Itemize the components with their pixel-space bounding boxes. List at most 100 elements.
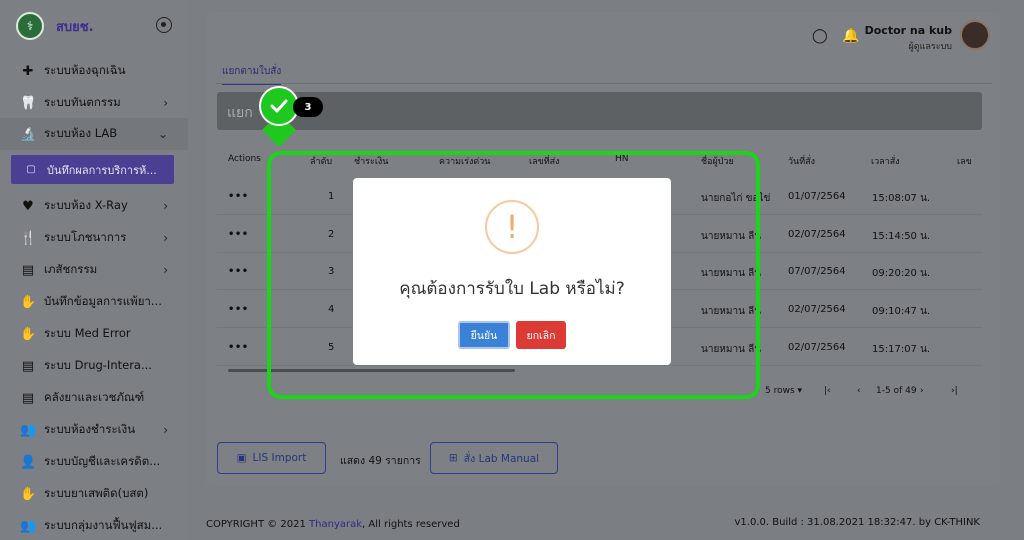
user-name: Doctor na kub [864, 24, 952, 37]
logo: ⚕ [16, 12, 44, 40]
sidebar-item-label: ระบบห้องชำระเงิน [44, 422, 136, 436]
sidebar-subitem-label: บันทึกผลการบริการห้... [47, 163, 157, 177]
order-time: 15:17:07 น. [872, 344, 931, 355]
warning-icon: ! [485, 200, 539, 254]
cancel-button[interactable]: ยกเลิก [516, 321, 566, 349]
last-page-icon[interactable]: ›| [951, 386, 958, 396]
plus-icon: ✚ [22, 63, 34, 79]
sidebar-item-label: ระบบ Drug-Intera... [44, 358, 152, 372]
sidebar-item-label: บันทึกข้อมูลการแพ้ยา... [44, 294, 162, 308]
confirm-button[interactable]: ยืนยัน [458, 321, 510, 349]
sidebar-item[interactable]: 👤 ระบบบัญชีและเครดิต... [0, 446, 188, 478]
avatar[interactable] [960, 20, 990, 50]
row-actions-button[interactable]: ••• [228, 191, 249, 202]
sidebar-item-label: ระบบยาเสพติด(บสต) [44, 486, 149, 500]
step-badge: 3 [293, 97, 323, 117]
rows-per-page-select[interactable]: 5 rows ▾ [765, 386, 802, 396]
column-header[interactable]: เลข [957, 154, 972, 168]
sidebar-item[interactable]: ✚ ระบบห้องฉุกเฉิน [0, 55, 188, 87]
sidebar-item-label: ระบบห้องฉุกเฉิน [44, 63, 126, 77]
sidebar-item[interactable]: ♥ ระบบห้อง X-Ray › [0, 190, 188, 222]
chat-icon[interactable]: ◯ [812, 28, 828, 44]
user-role: ผู้ดูแลระบบ [908, 42, 952, 52]
row-actions-button[interactable]: ••• [228, 342, 249, 353]
column-header[interactable]: เวลาสั่ง [871, 154, 900, 168]
sidebar-item-label: ระบบห้อง LAB [44, 126, 118, 140]
sidebar-item-label: ระบบโภชนาการ [44, 230, 127, 244]
sidebar-item[interactable]: 🍴 ระบบโภชนาการ › [0, 222, 188, 254]
document-icon: ▤ [21, 390, 35, 406]
lis-import-button[interactable]: ▣ LIS Import [217, 442, 326, 474]
sidebar-subitem-lab-result[interactable]: ▢ บันทึกผลการบริการห้... [11, 155, 174, 184]
sidebar-item-label: ระบบห้อง X-Ray [44, 198, 128, 212]
sidebar-item-label: คลังยาและเวชภัณฑ์ [44, 390, 145, 404]
sidebar-item[interactable]: 🦷 ระบบทันตกรรม › [0, 87, 188, 119]
order-date: 02/07/2564 [788, 342, 846, 353]
footer-version: v1.0.0. Build : 31.08.2021 18:32:47. by … [734, 517, 981, 528]
chevron-down-icon: ⌄ [157, 127, 168, 141]
sidebar: ⚕ สบยช. ✚ ระบบห้องฉุกเฉิน 🦷 ระบบทันตกรรม › 🔬 ร… [0, 0, 188, 540]
sidebar-item-label: ระบบกลุ่มงานฟื้นฟูสม... [44, 518, 163, 532]
sidebar-item-label: ระบบ Med Error [44, 326, 131, 340]
row-actions-button[interactable]: ••• [228, 266, 249, 277]
nutrition-icon: 🍴 [20, 230, 37, 246]
brand-name: สบยช. [56, 19, 94, 35]
comment-icon: ▢ [26, 164, 36, 175]
order-time: 15:14:50 น. [872, 231, 931, 242]
sidebar-item[interactable]: ✋ ระบบยาเสพติด(บสต) [0, 478, 188, 510]
filter-bar: แยก [217, 92, 982, 130]
chevron-right-icon: › [163, 231, 168, 245]
prev-page-icon[interactable]: ‹ [857, 386, 861, 396]
row-actions-button[interactable]: ••• [228, 229, 249, 240]
heartbeat-icon: ♥ [22, 198, 34, 214]
microscope-icon: 🔬 [20, 126, 37, 142]
hand-heart-icon: ✋ [20, 326, 37, 342]
sidebar-item-label: ระบบทันตกรรม [44, 95, 121, 109]
people-icon: 👥 [20, 422, 37, 438]
lab-manual-button[interactable]: ⊞ สั่ง Lab Manual [430, 442, 558, 474]
sidebar-item[interactable]: 👥 ระบบกลุ่มงานฟื้นฟูสม... [0, 510, 188, 540]
clipboard-icon: ▣ [236, 452, 247, 464]
hand-heart-icon: ✋ [20, 294, 37, 310]
sidebar-item[interactable]: 🔬 ระบบห้อง LAB ⌄ [0, 118, 188, 150]
row-actions-button[interactable]: ••• [228, 304, 249, 315]
column-header[interactable]: วันที่สั่ง [788, 154, 815, 168]
confirm-dialog: ! คุณต้องการรับใบ Lab หรือไม่? ยืนยัน ยก… [353, 178, 671, 365]
order-date: 07/07/2564 [788, 266, 846, 277]
sidebar-item[interactable]: ✋ บันทึกข้อมูลการแพ้ยา... [0, 286, 188, 318]
sidebar-toggle-icon[interactable] [156, 17, 172, 33]
sidebar-item-label: ระบบบัญชีและเครดิต... [44, 454, 161, 468]
add-file-icon: ⊞ [448, 452, 458, 464]
next-page-icon[interactable]: › [920, 386, 924, 396]
sidebar-item[interactable]: ▤ คลังยาและเวชภัณฑ์ [0, 382, 188, 414]
footer-copyright: COPYRIGHT © 2021 Thanyarak, All rights r… [206, 519, 460, 530]
document-icon: ▤ [21, 262, 35, 278]
order-date: 02/07/2564 [788, 304, 846, 315]
person-icon: 👤 [20, 454, 37, 470]
people-icon: 👥 [20, 518, 37, 534]
order-time: 09:20:20 น. [872, 268, 931, 279]
sidebar-item-label: เภสัชกรรม [44, 262, 98, 276]
tab-by-order[interactable]: แยกตามใบสั่ง [222, 64, 282, 85]
document-icon: ▤ [21, 358, 35, 374]
chevron-right-icon: › [163, 263, 168, 277]
order-date: 02/07/2564 [788, 229, 846, 240]
bell-icon[interactable]: 🔔 [842, 28, 859, 44]
sidebar-item[interactable]: ✋ ระบบ Med Error [0, 318, 188, 350]
sidebar-item[interactable]: ▤ ระบบ Drug-Intera... [0, 350, 188, 382]
sidebar-item[interactable]: ▤ เภสัชกรรม › [0, 254, 188, 286]
dialog-question: คุณต้องการรับใบ Lab หรือไม่? [399, 279, 625, 299]
tooth-icon: 🦷 [20, 95, 37, 111]
sidebar-item[interactable]: 👥 ระบบห้องชำระเงิน › [0, 414, 188, 446]
tab-divider [216, 83, 992, 84]
order-date: 01/07/2564 [788, 191, 846, 202]
column-header[interactable]: Actions [228, 154, 261, 164]
order-time: 09:10:47 น. [872, 306, 931, 317]
company-link[interactable]: Thanyarak [309, 519, 362, 530]
chevron-right-icon: › [163, 96, 168, 110]
first-page-icon[interactable]: |‹ [824, 386, 831, 396]
chevron-right-icon: › [163, 199, 168, 213]
page-range: 1-5 of 49 [876, 386, 917, 396]
chevron-right-icon: › [163, 423, 168, 437]
order-time: 15:08:07 น. [872, 193, 931, 204]
